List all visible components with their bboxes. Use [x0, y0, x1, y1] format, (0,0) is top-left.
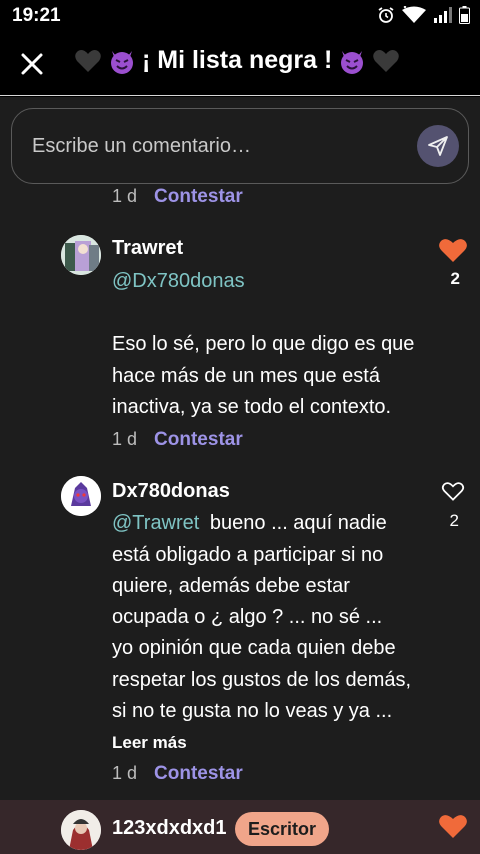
comment-text-line: hace más de un mes que está [112, 365, 380, 387]
heart-filled-icon[interactable] [438, 236, 468, 264]
comment-text-line: ocupada o ¿ algo ? ... no sé ... [112, 606, 383, 628]
reply-link[interactable]: Contestar [154, 763, 243, 784]
close-button[interactable] [16, 48, 48, 80]
avatar-image [61, 476, 101, 516]
highlighted-comment: 123xdxdxd1 Escritor [0, 800, 480, 854]
comment-text-line: si no te gusta no lo veas y ya ... [112, 700, 393, 722]
page-title: ¡ Mi lista negra ! [142, 46, 333, 74]
mention-link[interactable]: @Dx780donas [112, 270, 245, 292]
comment-text-line: quiere, además debe estar [112, 575, 350, 597]
top-bar: ¡ Mi lista negra ! [0, 32, 480, 96]
comment-age: 1 d [112, 763, 138, 783]
comment-text-line: Eso lo sé, pero lo que digo es que [112, 333, 415, 355]
avatar[interactable] [61, 235, 101, 275]
avatar[interactable] [61, 810, 101, 850]
status-bar: 19:21 [0, 0, 480, 32]
avatar[interactable] [61, 476, 101, 516]
comment-username[interactable]: Dx780donas [112, 480, 230, 503]
black-heart-icon-right [373, 49, 400, 72]
black-heart-icon [75, 49, 101, 72]
battery-icon [459, 6, 470, 24]
comment-first-line: @Trawret bueno ... aquí nadie [112, 512, 387, 535]
comment-meta: 1 d Contestar [112, 763, 243, 785]
comment-mention-line: @Dx780donas [112, 270, 245, 293]
send-button[interactable] [417, 125, 459, 167]
comment-text-line: inactiva, ya se todo el contexto. [112, 396, 392, 418]
comment-username[interactable]: 123xdxdxd1 [112, 817, 227, 840]
comment-text-line: está obligado a participar si no [112, 544, 384, 566]
comment-meta-top: 1 d Contestar [112, 186, 243, 208]
send-icon [428, 136, 448, 156]
comment-input[interactable]: Escribe un comentario… [11, 108, 469, 184]
comment-placeholder: Escribe un comentario… [32, 135, 251, 157]
comment-text-line: yo opinión que cada quien debe [112, 637, 396, 659]
comment-age: 1 d [112, 186, 138, 206]
mention-link[interactable]: @Trawret [112, 512, 199, 534]
status-time: 19:21 [12, 5, 61, 26]
comments-area: 1 d Contestar Escribe un comentario… Tra… [0, 97, 480, 854]
reply-link[interactable]: Contestar [154, 429, 243, 450]
heart-outline-icon[interactable] [441, 480, 465, 502]
reply-link[interactable]: Contestar [154, 186, 243, 207]
comment-age: 1 d [112, 429, 138, 449]
status-icons [377, 6, 470, 24]
comment-text-line: respetar los gustos de los demás, [112, 669, 412, 691]
like-count: 2 [449, 511, 459, 530]
avatar-image [61, 235, 101, 275]
wifi-icon [402, 6, 426, 23]
signal-icon [434, 7, 452, 23]
read-more-link[interactable]: Leer más [112, 733, 187, 753]
like-count: 2 [450, 269, 460, 288]
heart-filled-icon[interactable] [438, 812, 468, 840]
close-icon [21, 53, 43, 75]
devil-icon [111, 50, 133, 74]
comment-username[interactable]: Trawret [112, 237, 183, 260]
avatar-image [61, 810, 101, 850]
comment-meta: 1 d Contestar [112, 429, 243, 451]
writer-badge: Escritor [235, 812, 330, 846]
comment-text: bueno ... aquí nadie [209, 512, 387, 534]
alarm-icon [378, 7, 394, 23]
page-title-wrap: ¡ Mi lista negra ! [74, 46, 400, 75]
devil-icon-right [341, 50, 364, 74]
